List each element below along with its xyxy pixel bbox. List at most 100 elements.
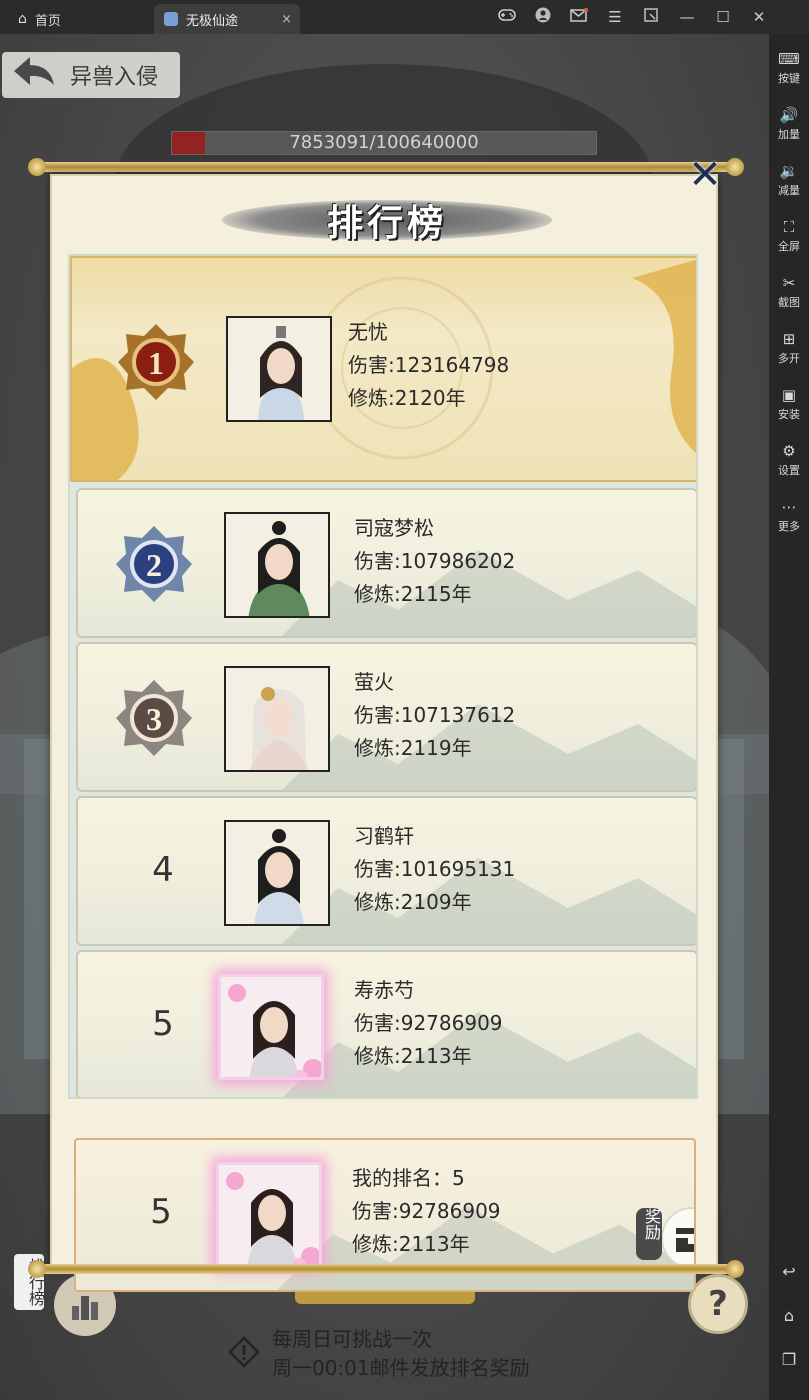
sidebar-item-label: 减量: [778, 184, 800, 197]
character-portrait: [219, 1165, 319, 1265]
tab-home[interactable]: ⌂ 首页: [8, 4, 148, 34]
sidebar-item-label: 设置: [778, 464, 800, 477]
my-avatar[interactable]: [216, 1162, 322, 1268]
leaderboard-title: 排行榜: [326, 203, 447, 244]
sidebar-item-keyboard[interactable]: ⌨ 按键: [769, 50, 809, 86]
player-name: 寿赤芍: [354, 978, 414, 1002]
leaderboard-row-2[interactable]: 2 司寇梦松 伤害:107986202 修炼:2115年: [76, 488, 696, 638]
player-damage: 伤害:107137612: [354, 703, 516, 727]
rank-2-medal-icon: 2: [116, 526, 192, 602]
leaderboard-header: 排行榜: [222, 186, 552, 252]
player-name: 习鹤轩: [354, 824, 414, 848]
player-damage: 伤害:101695131: [354, 857, 516, 881]
rank-number: 4: [152, 850, 174, 890]
home-icon[interactable]: ⌂: [769, 1306, 809, 1325]
character-portrait: [228, 318, 330, 420]
emulator-sidebar: ⌨ 按键 🔊 加量 🔉 减量 ⛶ 全屏 ✂ 截图 ⊞ 多开 ▣ 安装 ⚙ 设置 ⋯ 更多 ↩ ⌂ ❐: [769, 34, 809, 1400]
close-icon[interactable]: ✕: [749, 8, 769, 26]
home-icon: ⌂: [18, 11, 27, 27]
sidebar-item-volume-down[interactable]: 🔉 减量: [769, 162, 809, 198]
avatar[interactable]: [224, 666, 330, 772]
sidebar-item-label: 截图: [778, 296, 800, 309]
player-cultivation: 修炼:2109年: [354, 890, 472, 914]
reward-button[interactable]: 奖励: [636, 1200, 694, 1274]
tab-close-icon[interactable]: ×: [281, 12, 292, 27]
emulator-window: ⌂ 首页 无极仙途 × ☰ — ☐ ✕ 异兽入侵 7853091/1006400…: [0, 0, 809, 1400]
apk-icon: ▣: [781, 386, 797, 404]
sidebar-item-scissors[interactable]: ✂ 截图: [769, 274, 809, 310]
user-icon[interactable]: [533, 7, 553, 27]
player-info: 寿赤芍 伤害:92786909 修炼:2113年: [354, 974, 503, 1073]
player-cultivation: 修炼:2119年: [354, 736, 472, 760]
player-info: 无忧 伤害:123164798 修炼:2120年: [348, 316, 509, 415]
multi-open-icon: ⊞: [782, 330, 796, 348]
dialog-close-button[interactable]: ✕: [688, 155, 722, 195]
tab-game-label: 无极仙途: [186, 13, 239, 29]
my-damage: 伤害:92786909: [352, 1199, 501, 1223]
rank-1-medal-icon: 1: [118, 324, 194, 400]
rank-2-medal-number: 2: [146, 547, 162, 583]
leaderboard-row-5[interactable]: 5 寿赤芍 伤害:92786909 修炼:2113年: [76, 950, 696, 1097]
scroll-rod-top: [28, 158, 744, 176]
player-damage: 伤害:92786909: [354, 1011, 503, 1035]
recent-apps-icon[interactable]: ❐: [769, 1350, 809, 1369]
sidebar-item-label: 多开: [778, 352, 800, 365]
sidebar-item-fullscreen[interactable]: ⛶ 全屏: [769, 218, 809, 254]
rank-number: 5: [152, 1004, 174, 1044]
player-name: 司寇梦松: [354, 516, 434, 540]
tab-game[interactable]: 无极仙途 ×: [154, 4, 300, 34]
volume-down-icon: 🔉: [779, 162, 799, 180]
character-portrait: [226, 668, 328, 770]
scroll-rod-bottom: [28, 1260, 744, 1278]
avatar[interactable]: [224, 820, 330, 926]
my-rank-label: 我的排名：5: [352, 1166, 465, 1190]
player-name: 无忧: [348, 320, 388, 344]
mail-icon[interactable]: [569, 8, 589, 26]
back-icon[interactable]: ↩: [769, 1262, 809, 1281]
game-viewport: 异兽入侵 7853091/100640000 挑战 排行榜 每周日可挑战一次 周…: [0, 34, 769, 1400]
player-cultivation: 修炼:2120年: [348, 386, 466, 410]
player-damage: 伤害:107986202: [354, 549, 516, 573]
popout-icon[interactable]: [641, 8, 661, 26]
rank-3-medal-number: 3: [146, 701, 162, 737]
avatar[interactable]: [226, 316, 332, 422]
reward-label: 奖励: [642, 1208, 661, 1240]
player-info: 习鹤轩 伤害:101695131 修炼:2109年: [354, 820, 515, 919]
minimize-icon[interactable]: —: [677, 8, 697, 26]
settings-icon: ⚙: [782, 442, 796, 460]
gamepad-icon[interactable]: [497, 8, 517, 26]
rank-1-medal-number: 1: [148, 345, 164, 381]
tab-home-label: 首页: [34, 13, 61, 29]
sidebar-item-settings[interactable]: ⚙ 设置: [769, 442, 809, 478]
volume-up-icon: 🔊: [779, 106, 799, 124]
more-icon: ⋯: [781, 498, 797, 516]
leaderboard-row-4[interactable]: 4 习鹤轩 伤害:101695131 修炼:2109年: [76, 796, 696, 946]
sidebar-item-multi-open[interactable]: ⊞ 多开: [769, 330, 809, 366]
player-cultivation: 修炼:2115年: [354, 582, 472, 606]
rank-3-medal-icon: 3: [116, 680, 192, 756]
menu-icon[interactable]: ☰: [605, 8, 625, 26]
sidebar-item-volume-up[interactable]: 🔊 加量: [769, 106, 809, 142]
character-portrait: [221, 977, 321, 1077]
sidebar-item-more[interactable]: ⋯ 更多: [769, 498, 809, 534]
player-info: 司寇梦松 伤害:107986202 修炼:2115年: [354, 512, 515, 611]
sidebar-item-label: 加量: [778, 128, 800, 141]
tab-bar: ⌂ 首页 无极仙途 × ☰ — ☐ ✕: [0, 0, 809, 34]
avatar-framed[interactable]: [218, 974, 324, 1080]
fullscreen-icon: ⛶: [783, 218, 795, 236]
scissors-icon: ✂: [782, 274, 796, 292]
sidebar-item-apk[interactable]: ▣ 安装: [769, 386, 809, 422]
leaderboard-row-1[interactable]: 1 无忧 伤害:123164798 修炼:2120年: [70, 256, 696, 482]
sidebar-item-label: 更多: [778, 520, 800, 533]
leaderboard-dialog: 排行榜 1 无忧 伤害:123164798 修炼:2120年 2 司寇梦松 伤害…: [50, 174, 718, 1292]
leaderboard-list[interactable]: 1 无忧 伤害:123164798 修炼:2120年 2 司寇梦松 伤害:107…: [68, 254, 698, 1099]
my-rank-number: 5: [150, 1192, 172, 1232]
maximize-icon[interactable]: ☐: [713, 8, 733, 26]
sidebar-item-label: 全屏: [778, 240, 800, 253]
avatar[interactable]: [224, 512, 330, 618]
leaderboard-row-3[interactable]: 3 萤火 伤害:107137612 修炼:2119年: [76, 642, 696, 792]
sidebar-item-label: 安装: [778, 408, 800, 421]
character-portrait: [226, 514, 328, 616]
character-portrait: [226, 822, 328, 924]
player-damage: 伤害:123164798: [348, 353, 510, 377]
